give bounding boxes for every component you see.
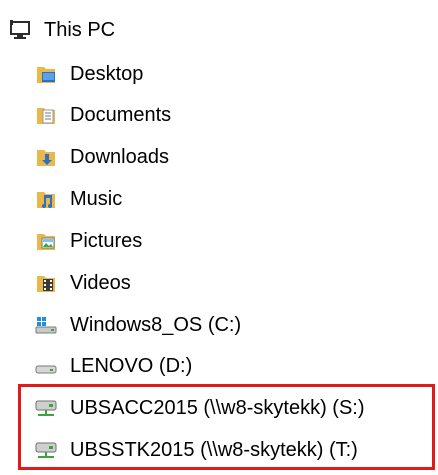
tree-item-label: Music: [70, 188, 123, 210]
tree-item-this-pc[interactable]: This PC: [8, 11, 115, 49]
tree-item-drive-d[interactable]: LENOVO (D:): [34, 347, 192, 385]
desktop-folder-icon: [34, 62, 58, 86]
this-pc-icon: [8, 18, 32, 42]
highlight-box: [18, 384, 435, 470]
tree-item-drive-c[interactable]: Windows8_OS (C:): [34, 306, 241, 344]
documents-folder-icon: [34, 103, 58, 127]
tree-item-label: This PC: [44, 19, 116, 41]
tree-item-desktop[interactable]: Desktop: [34, 55, 143, 93]
tree-item-pictures[interactable]: Pictures: [34, 222, 142, 260]
tree-item-documents[interactable]: Documents: [34, 96, 171, 134]
music-folder-icon: [34, 187, 58, 211]
tree-item-music[interactable]: Music: [34, 180, 122, 218]
navigation-tree: This PC Desktop Documents Downloads Musi…: [0, 0, 438, 475]
downloads-folder-icon: [34, 145, 58, 169]
pictures-folder-icon: [34, 229, 58, 253]
tree-item-label: Desktop: [70, 63, 144, 85]
tree-item-label: LENOVO (D:): [70, 355, 193, 377]
tree-item-label: Documents: [70, 104, 172, 126]
tree-item-videos[interactable]: Videos: [34, 264, 131, 302]
tree-item-label: Downloads: [70, 146, 169, 168]
videos-folder-icon: [34, 271, 58, 295]
windows-drive-icon: [34, 313, 58, 337]
tree-item-label: Pictures: [70, 230, 143, 252]
tree-item-label: Videos: [70, 272, 131, 294]
tree-item-label: Windows8_OS (C:): [70, 314, 242, 336]
tree-item-downloads[interactable]: Downloads: [34, 138, 169, 176]
drive-icon: [34, 354, 58, 378]
